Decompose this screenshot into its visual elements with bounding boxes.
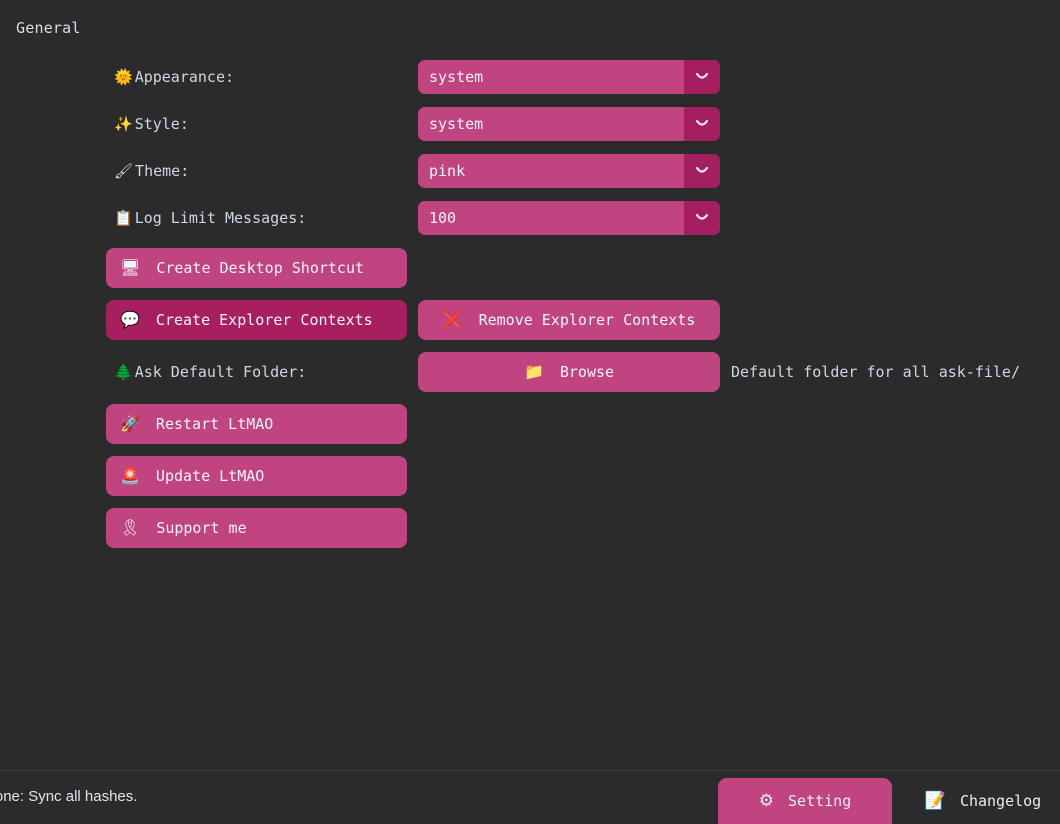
ribbon-icon: 🎗 [120, 518, 141, 537]
create-desktop-shortcut-label: Create Desktop Shortcut [156, 259, 365, 277]
restart-ltmao-button[interactable]: 🚀 Restart LtMAO [106, 404, 407, 444]
tab-setting[interactable]: ⚙ Setting [718, 778, 892, 824]
sun-icon: 🌞 [114, 67, 133, 86]
tab-changelog-label: Changelog [959, 792, 1042, 810]
field-label-style: ✨ Style: [114, 106, 189, 142]
chevron-down-icon[interactable] [684, 201, 720, 235]
gear-icon: ⚙ [758, 790, 775, 811]
paintbrush-icon: 🖌 [114, 161, 134, 180]
field-label-log-limit-messages: 📋 Log Limit Messages: [114, 200, 306, 236]
style-dropdown-value: system [429, 115, 484, 133]
red-x-icon: ❌ [442, 310, 463, 329]
create-explorer-contexts-button[interactable]: 💬 Create Explorer Contexts [106, 300, 407, 340]
appearance-dropdown-value: system [429, 68, 484, 86]
theme-dropdown[interactable]: pink [418, 154, 720, 188]
settings-content-area: General 🌞 Appearance: system ✨ Style: sy… [0, 0, 1060, 770]
clipboard-icon: 📋 [114, 208, 133, 227]
log-limit-messages-dropdown[interactable]: 100 [418, 201, 720, 235]
remove-explorer-contexts-button[interactable]: ❌ Remove Explorer Contexts [418, 300, 720, 340]
sparkles-icon: ✨ [114, 114, 133, 133]
create-explorer-contexts-label: Create Explorer Contexts [155, 311, 373, 329]
update-ltmao-button[interactable]: 🚨 Update LtMAO [106, 456, 407, 496]
support-me-label: Support me [156, 519, 247, 537]
bottom-status-bar: ger: Done: Sync all hashes. ⚙ Setting 📝 … [0, 770, 1060, 824]
create-desktop-shortcut-button[interactable]: 🖥 Create Desktop Shortcut [106, 248, 407, 288]
evergreen-tree-icon: 🌲 [114, 362, 133, 381]
tab-setting-label: Setting [788, 792, 852, 810]
update-ltmao-label: Update LtMAO [155, 467, 265, 485]
style-dropdown[interactable]: system [418, 107, 720, 141]
field-label-ask-default-folder-text: Ask Default Folder: [134, 363, 307, 381]
ask-default-folder-hint: Default folder for all ask-file/ [731, 363, 1020, 381]
field-label-theme: 🖌 Theme: [114, 153, 189, 189]
field-label-appearance: 🌞 Appearance: [114, 59, 234, 95]
siren-icon: 🚨 [120, 466, 140, 485]
folder-icon: 📁 [523, 362, 544, 381]
chevron-down-icon[interactable] [684, 107, 720, 141]
chevron-down-icon[interactable] [684, 154, 720, 188]
browse-label: Browse [559, 363, 615, 381]
support-me-button[interactable]: 🎗 Support me [106, 508, 407, 548]
field-label-theme-text: Theme: [135, 162, 190, 180]
log-limit-messages-dropdown-value: 100 [429, 209, 457, 227]
rocket-icon: 🚀 [120, 414, 140, 433]
tab-changelog[interactable]: 📝 Changelog [906, 778, 1060, 824]
browse-button[interactable]: 📁 Browse [418, 352, 720, 392]
section-title-general: General [16, 19, 81, 37]
field-label-style-text: Style: [134, 115, 189, 133]
remove-explorer-contexts-label: Remove Explorer Contexts [478, 311, 696, 329]
desktop-computer-icon: 🖥 [120, 258, 141, 277]
field-label-ask-default-folder: 🌲 Ask Default Folder: [114, 354, 306, 390]
status-message: ger: Done: Sync all hashes. [0, 788, 138, 805]
chevron-down-icon[interactable] [684, 60, 720, 94]
appearance-dropdown[interactable]: system [418, 60, 720, 94]
theme-dropdown-value: pink [429, 162, 466, 180]
field-label-log-limit-messages-text: Log Limit Messages: [134, 209, 307, 227]
field-label-appearance-text: Appearance: [134, 68, 235, 86]
changelog-page-icon: 📝 [924, 790, 946, 811]
speech-balloon-icon: 💬 [120, 310, 140, 329]
restart-ltmao-label: Restart LtMAO [155, 415, 274, 433]
